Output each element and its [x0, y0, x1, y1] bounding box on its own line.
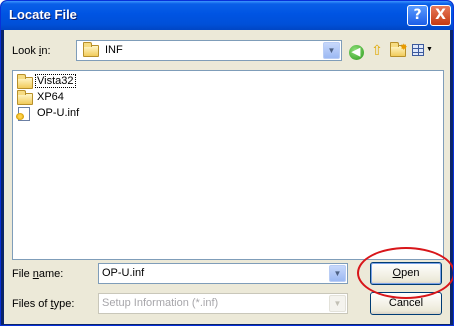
help-icon: ? — [413, 7, 422, 23]
file-type-dropdown[interactable]: Setup Information (*.inf) ▼ — [98, 293, 348, 314]
look-in-label: Look in: — [12, 45, 51, 57]
sparkle-icon: ✸ — [400, 42, 408, 52]
file-name-value: OP-U.inf — [102, 267, 145, 279]
views-menu-button[interactable]: ▼ — [410, 41, 433, 59]
folder-icon — [83, 42, 99, 57]
title-bar[interactable]: Locate File ? X — [1, 1, 453, 30]
open-button[interactable]: Open — [370, 262, 442, 285]
cancel-button-label: Cancel — [388, 297, 424, 309]
up-folder-icon: ⇧ — [371, 42, 383, 58]
file-name: Vista32 — [35, 74, 76, 88]
look-in-value: INF — [105, 44, 123, 56]
file-name-input[interactable]: OP-U.inf ▼ — [98, 263, 348, 284]
file-list[interactable]: Vista32 XP64 OP-U.inf — [12, 70, 444, 260]
help-button[interactable]: ? — [407, 5, 428, 26]
file-type-value: Setup Information (*.inf) — [102, 297, 219, 309]
chevron-down-icon[interactable]: ▼ — [323, 42, 340, 59]
chevron-down-icon: ▼ — [329, 295, 346, 312]
chevron-down-icon: ▼ — [426, 46, 433, 53]
dialog-body: Look in: INF ▼ ◀ ⇧ ✸ ▼ Vista32 XP64 OP-U… — [4, 30, 453, 324]
file-name: OP-U.inf — [37, 107, 80, 119]
folder-icon — [17, 74, 33, 89]
file-name-label: File name: — [12, 268, 64, 280]
views-menu-icon — [412, 44, 424, 56]
up-folder-button[interactable]: ⇧ — [367, 41, 387, 59]
setup-file-icon — [16, 107, 30, 121]
file-name: XP64 — [37, 91, 64, 103]
look-in-dropdown[interactable]: INF ▼ — [76, 40, 342, 61]
folder-icon — [17, 90, 33, 105]
back-button[interactable]: ◀ — [346, 41, 366, 60]
locate-file-dialog: Locate File ? X Look in: INF ▼ ◀ ⇧ ✸ ▼ V… — [0, 0, 454, 326]
close-icon: X — [435, 7, 446, 23]
back-icon: ◀ — [348, 45, 364, 60]
chevron-down-icon[interactable]: ▼ — [329, 265, 346, 282]
new-folder-button[interactable]: ✸ — [388, 41, 408, 59]
file-type-label: Files of type: — [12, 298, 75, 310]
dialog-title: Locate File — [9, 7, 77, 22]
close-button[interactable]: X — [430, 5, 451, 26]
open-button-label: Open — [392, 267, 420, 279]
cancel-button[interactable]: Cancel — [370, 292, 442, 315]
